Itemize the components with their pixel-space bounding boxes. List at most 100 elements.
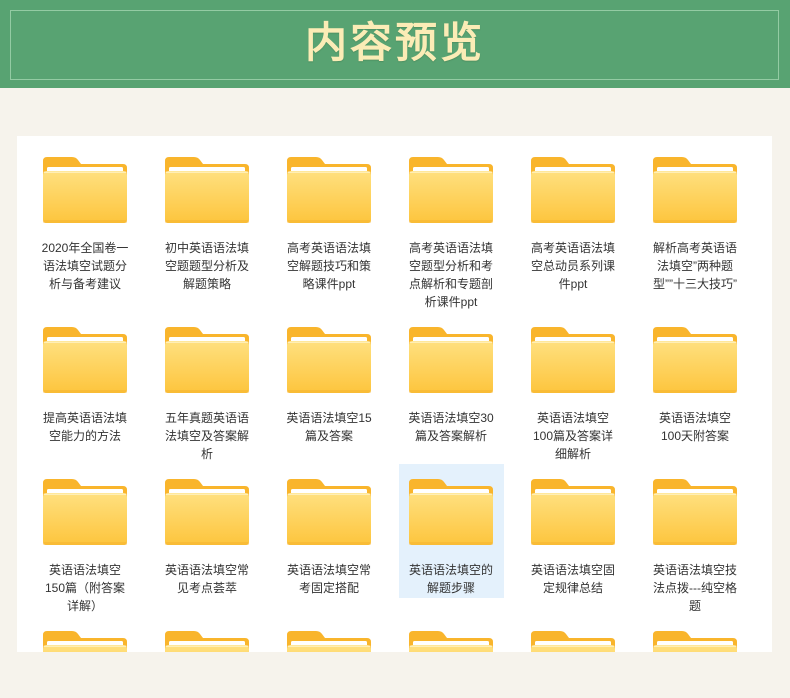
folder-item[interactable]: 英语语法填空30 篇及答案解析 <box>399 312 504 446</box>
folder-label-line: 解析高考英语语 <box>652 241 737 255</box>
folder-item[interactable]: 英语语法填空 100天附答案 <box>643 312 748 446</box>
folder-label-line: 件ppt <box>558 277 588 291</box>
folder-label-line: 高考英语语法填 <box>530 241 615 255</box>
folder-item[interactable] <box>33 616 138 652</box>
folder-label-line: 英语语法填空技 <box>652 563 737 577</box>
folder-label-line: 英语语法填空常 <box>164 563 249 577</box>
folder-icon <box>43 157 127 223</box>
folder-item[interactable]: 解析高考英语语 法填空”两种题 型””十三大技巧” <box>643 142 748 294</box>
folder-label-line: 空能力的方法 <box>48 429 121 443</box>
folder-item[interactable]: 五年真题英语语 法填空及答案解析 <box>155 312 260 464</box>
folder-label: 英语语法填空技 法点拨---纯空格题 <box>653 561 737 615</box>
folder-label: 英语语法填空固 定规律总结 <box>531 561 615 597</box>
folder-label: 英语语法填空 100篇及答案详 细解析 <box>533 409 613 463</box>
folder-label-line: 略课件ppt <box>302 277 356 291</box>
folder-icon <box>165 327 249 393</box>
folder-label: 五年真题英语语 法填空及答案解析 <box>165 409 249 463</box>
folder-label-line: 英语语法填空常 <box>286 563 371 577</box>
folder-label-line: 高考英语语法填 <box>408 241 493 255</box>
folder-item[interactable]: 高考英语语法填 空题型分析和考 点解析和专题剖 析课件ppt <box>399 142 504 312</box>
folder-label: 高考英语语法填 空总动员系列课 件ppt <box>531 239 615 293</box>
folder-item[interactable]: 英语语法填空15 篇及答案 <box>277 312 382 446</box>
folder-label: 英语语法填空 100天附答案 <box>659 409 731 445</box>
folder-icon <box>165 157 249 223</box>
folder-item[interactable] <box>155 616 260 652</box>
folder-label-line: 英语语法填空15 <box>286 411 372 425</box>
folder-icon <box>165 631 249 652</box>
folder-label-line: 细解析 <box>554 447 591 461</box>
folder-item[interactable]: 英语语法填空 100篇及答案详 细解析 <box>521 312 626 464</box>
folder-item[interactable]: 英语语法填空常 考固定搭配 <box>277 464 382 598</box>
folder-icon <box>287 157 371 223</box>
folder-label-line: 英语语法填空固 <box>530 563 615 577</box>
folder-label-line: 空总动员系列课 <box>530 259 615 273</box>
folder-item[interactable] <box>399 616 504 652</box>
folder-item[interactable] <box>277 616 382 652</box>
folder-item[interactable]: 高考英语语法填 空解题技巧和策 略课件ppt <box>277 142 382 294</box>
folder-label-line: 详解） <box>66 599 103 613</box>
folder-label-line: 空题型分析和考 <box>408 259 493 273</box>
folder-icon <box>409 327 493 393</box>
folder-label-line: 英语语法填空 <box>48 563 121 577</box>
folder-icon <box>43 479 127 545</box>
folder-label-line: 法填空及答案解 <box>164 429 249 443</box>
folder-grid: 2020年全国卷一 语法填空试题分 析与备考建议 初中英语语法填 空题题型分析及 解题策略… <box>17 136 772 652</box>
page-title: 内容预览 <box>304 21 485 67</box>
folder-label-line: 提高英语语法填 <box>42 411 127 425</box>
file-browser-panel: 2020年全国卷一 语法填空试题分 析与备考建议 初中英语语法填 空题题型分析及 解题策略… <box>17 136 772 652</box>
folder-label: 英语语法填空 150篇（附答案 详解） <box>45 561 125 615</box>
folder-label-line: 题 <box>688 599 701 613</box>
folder-label-line: 篇及答案解析 <box>414 429 487 443</box>
folder-label-line: 定规律总结 <box>542 581 603 595</box>
folder-label: 英语语法填空15 篇及答案 <box>286 409 371 445</box>
folder-item[interactable] <box>521 616 626 652</box>
folder-icon <box>653 631 737 652</box>
folder-icon <box>531 327 615 393</box>
folder-item[interactable]: 提高英语语法填 空能力的方法 <box>33 312 138 446</box>
folder-label: 英语语法填空30 篇及答案解析 <box>408 409 493 445</box>
folder-icon <box>409 157 493 223</box>
folder-label: 高考英语语法填 空解题技巧和策 略课件ppt <box>287 239 371 293</box>
folder-item[interactable]: 高考英语语法填 空总动员系列课 件ppt <box>521 142 626 294</box>
folder-icon <box>43 327 127 393</box>
folder-label-line: 100天附答案 <box>660 429 729 443</box>
folder-icon <box>531 631 615 652</box>
folder-label-line: 析与备考建议 <box>48 277 121 291</box>
folder-item[interactable]: 2020年全国卷一 语法填空试题分 析与备考建议 <box>33 142 138 294</box>
folder-label-line: 法填空”两种题 <box>656 259 733 273</box>
folder-label-line: 型””十三大技巧” <box>652 277 737 291</box>
folder-icon <box>287 479 371 545</box>
folder-label: 高考英语语法填 空题型分析和考 点解析和专题剖 析课件ppt <box>409 239 493 311</box>
folder-label-line: 初中英语语法填 <box>164 241 249 255</box>
folder-label-line: 英语语法填空的 <box>408 563 493 577</box>
folder-label-line: 点解析和专题剖 <box>408 277 493 291</box>
folder-label-line: 英语语法填空 <box>658 411 731 425</box>
folder-label: 英语语法填空常 考固定搭配 <box>287 561 371 597</box>
folder-label: 初中英语语法填 空题题型分析及 解题策略 <box>165 239 249 293</box>
folder-label-line: 高考英语语法填 <box>286 241 371 255</box>
folder-label-line: 解题策略 <box>182 277 231 291</box>
folder-label: 解析高考英语语 法填空”两种题 型””十三大技巧” <box>653 239 737 293</box>
folder-icon <box>287 327 371 393</box>
folder-item[interactable]: 英语语法填空技 法点拨---纯空格题 <box>643 464 748 616</box>
folder-item[interactable]: 英语语法填空常 见考点荟萃 <box>155 464 260 598</box>
folder-label: 提高英语语法填 空能力的方法 <box>43 409 127 445</box>
folder-label: 2020年全国卷一 语法填空试题分 析与备考建议 <box>42 239 129 293</box>
folder-item[interactable]: 英语语法填空固 定规律总结 <box>521 464 626 598</box>
folder-label-line: 解题步骤 <box>426 581 475 595</box>
folder-icon <box>653 479 737 545</box>
folder-item[interactable] <box>643 616 748 652</box>
folder-label: 英语语法填空的 解题步骤 <box>409 561 493 597</box>
folder-item[interactable]: 英语语法填空的 解题步骤 <box>398 464 504 598</box>
folder-label-line: 五年真题英语语 <box>164 411 249 425</box>
folder-label-line: 语法填空试题分 <box>42 259 127 273</box>
folder-label: 英语语法填空常 见考点荟萃 <box>165 561 249 597</box>
folder-icon <box>531 479 615 545</box>
folder-item[interactable]: 初中英语语法填 空题题型分析及 解题策略 <box>155 142 260 294</box>
folder-label-line: 篇及答案 <box>304 429 353 443</box>
folder-label-line: 法点拨---纯空格 <box>652 581 737 595</box>
folder-icon <box>409 479 493 545</box>
folder-icon <box>287 631 371 652</box>
header-banner: 内容预览 <box>0 0 790 88</box>
folder-item[interactable]: 英语语法填空 150篇（附答案 详解） <box>33 464 138 616</box>
